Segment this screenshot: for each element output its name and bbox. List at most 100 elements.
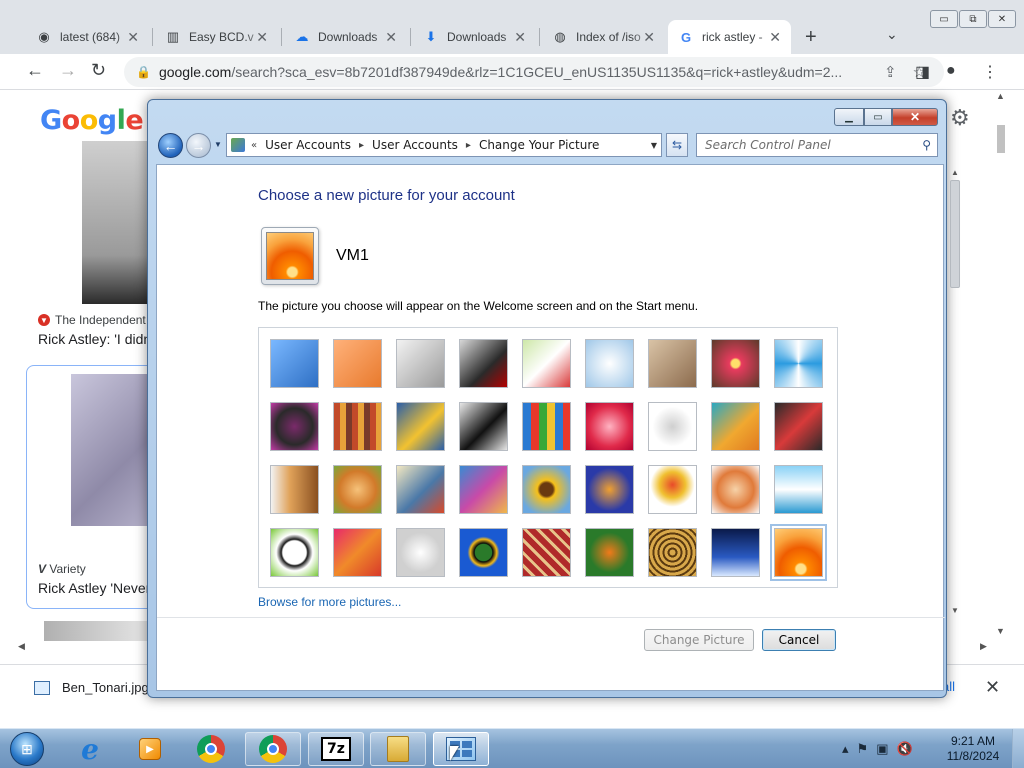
browser-tab[interactable]: Grick astley - ✕ [668,20,791,54]
picture-option-star-leaf[interactable] [585,402,634,451]
minimize-button[interactable]: ▭ [930,10,958,28]
picture-option-sunflower[interactable] [522,465,571,514]
picture-option-ball[interactable] [270,402,319,451]
picture-option-pomeranian[interactable] [333,465,382,514]
scrollbar-thumb[interactable] [950,180,960,288]
close-tab-icon[interactable]: ✕ [514,29,526,46]
close-tab-icon[interactable]: ✕ [643,29,655,46]
picture-option-rug[interactable] [522,528,571,577]
scroll-left-icon[interactable]: ◀ [18,641,25,652]
scroll-right-icon[interactable]: ▶ [980,641,987,652]
maximize-button[interactable]: ⧉ [959,10,987,28]
scroll-up-icon[interactable]: ▲ [951,168,959,177]
chrome-button[interactable] [183,732,239,766]
result-card[interactable]: V Variety Rick Astley 'Never [26,365,157,609]
close-button[interactable]: ✕ [988,10,1016,28]
search-icon[interactable]: ⚲ [922,138,931,152]
picture-option-fish[interactable] [585,465,634,514]
minimize-button[interactable]: ▁ [834,108,864,126]
picture-option-sailboat[interactable] [774,465,823,514]
address-bar[interactable]: 🔒 google.com/search?sca_esv=8b7201df3879… [124,57,944,87]
volume-muted-icon[interactable]: 🔇 [896,741,912,757]
browser-tab[interactable]: ◍ Index of /iso ✕ [542,20,665,54]
picture-option-origami[interactable] [774,402,823,451]
picture-option-orange-flower[interactable] [770,524,827,581]
more-menu-icon[interactable]: ⋮ [982,62,998,82]
picture-option-jacks[interactable] [648,402,697,451]
close-tab-icon[interactable]: ✕ [769,29,781,46]
picture-option-scarves[interactable] [459,465,508,514]
picture-option-balloon[interactable] [648,465,697,514]
result-image[interactable] [44,621,154,641]
picture-option-starfish[interactable] [333,339,382,388]
close-tab-icon[interactable]: ✕ [385,29,397,46]
browser-tab[interactable]: ☁ Downloads ✕ [284,20,407,54]
close-downloads-icon[interactable]: ✕ [985,677,1000,698]
profile-avatar-icon[interactable]: ● [946,62,956,80]
forward-arrow-icon[interactable]: → [186,133,211,158]
picture-option-crayons[interactable] [522,402,571,451]
result-image[interactable] [82,141,152,304]
chrome-window-button[interactable] [245,732,301,766]
picture-option-butterfly[interactable] [585,528,634,577]
reload-icon[interactable]: ↻ [91,60,106,81]
breadcrumb-separator-icon[interactable]: ▸ [466,140,471,151]
google-logo[interactable]: Google [40,105,144,136]
show-desktop-button[interactable] [1012,729,1024,768]
refresh-icon[interactable]: ⇆ [666,133,688,157]
settings-gear-icon[interactable]: ⚙ [950,105,970,131]
browse-pictures-link[interactable]: Browse for more pictures... [258,595,401,609]
page-scrollbar[interactable]: ▲ ▼ [994,91,1008,651]
cancel-button[interactable]: Cancel [762,629,836,651]
close-tab-icon[interactable]: ✕ [127,29,139,46]
picture-option-window[interactable] [459,528,508,577]
result-image[interactable] [71,374,157,526]
show-hidden-icons-icon[interactable]: ▴ [842,741,849,757]
recent-pages-dropdown-icon[interactable]: ▼ [214,140,222,149]
maximize-button[interactable]: ▭ [864,108,892,126]
picture-option-dog[interactable] [459,402,508,451]
close-tab-icon[interactable]: ✕ [256,29,268,46]
picture-option-pink-flower[interactable] [711,339,760,388]
tab-search-button[interactable]: ⌄ [886,26,898,43]
breadcrumb-separator-icon[interactable]: ▸ [359,140,364,151]
browser-tab[interactable]: ⬇ Downloads ✕ [413,20,536,54]
picture-option-tin-robot[interactable] [396,465,445,514]
control-panel-button[interactable] [433,732,489,766]
forward-arrow-icon[interactable]: → [59,60,77,81]
media-player-button[interactable]: ▶ [122,732,178,766]
7zip-button[interactable]: 7z [308,732,364,766]
picture-option-doll[interactable] [711,465,760,514]
picture-option-record-player[interactable] [459,339,508,388]
picture-option-basket[interactable] [648,528,697,577]
picture-option-gyroscope[interactable] [585,339,634,388]
picture-option-soccer-ball[interactable] [270,528,319,577]
picture-option-lighthouse[interactable] [711,528,760,577]
result-title[interactable]: Rick Astley 'Never [38,580,156,596]
address-breadcrumb[interactable]: « User Accounts ▸ User Accounts ▸ Change… [226,133,662,157]
browser-tab[interactable]: ◉ latest (684) ✕ [26,20,149,54]
breadcrumb-item[interactable]: User Accounts [265,138,351,152]
scroll-down-icon[interactable]: ▼ [951,606,959,615]
action-center-flag-icon[interactable]: ⚑ [857,741,869,757]
chevron-down-icon[interactable]: ▼ [651,141,657,150]
picture-option-stairs[interactable] [711,402,760,451]
clock[interactable]: 9:21 AM 11/8/2024 [942,734,1004,764]
picture-option-leaf[interactable] [396,402,445,451]
network-icon[interactable]: ▣ [876,741,888,757]
browser-tab[interactable]: ▥ Easy BCD.v ✕ [155,20,278,54]
content-scrollbar[interactable]: ▲ ▼ [947,164,963,619]
change-picture-button[interactable]: Change Picture [644,629,754,651]
picture-option-silk[interactable] [333,528,382,577]
side-panel-icon[interactable]: ◨ [915,62,930,82]
scroll-up-icon[interactable]: ▲ [996,91,1005,101]
picture-option-pinwheel[interactable] [774,339,823,388]
new-tab-button[interactable]: + [805,26,817,49]
search-input[interactable]: Search Control Panel ⚲ [696,133,938,157]
result-title[interactable]: Rick Astley: 'I didn't [38,331,150,347]
start-button[interactable]: ⊞ [4,729,50,768]
picture-option-marbles[interactable] [396,528,445,577]
picture-option-lucky-cat[interactable] [522,339,571,388]
internet-explorer-button[interactable]: e [62,732,118,766]
back-arrow-icon[interactable]: ← [26,60,44,81]
